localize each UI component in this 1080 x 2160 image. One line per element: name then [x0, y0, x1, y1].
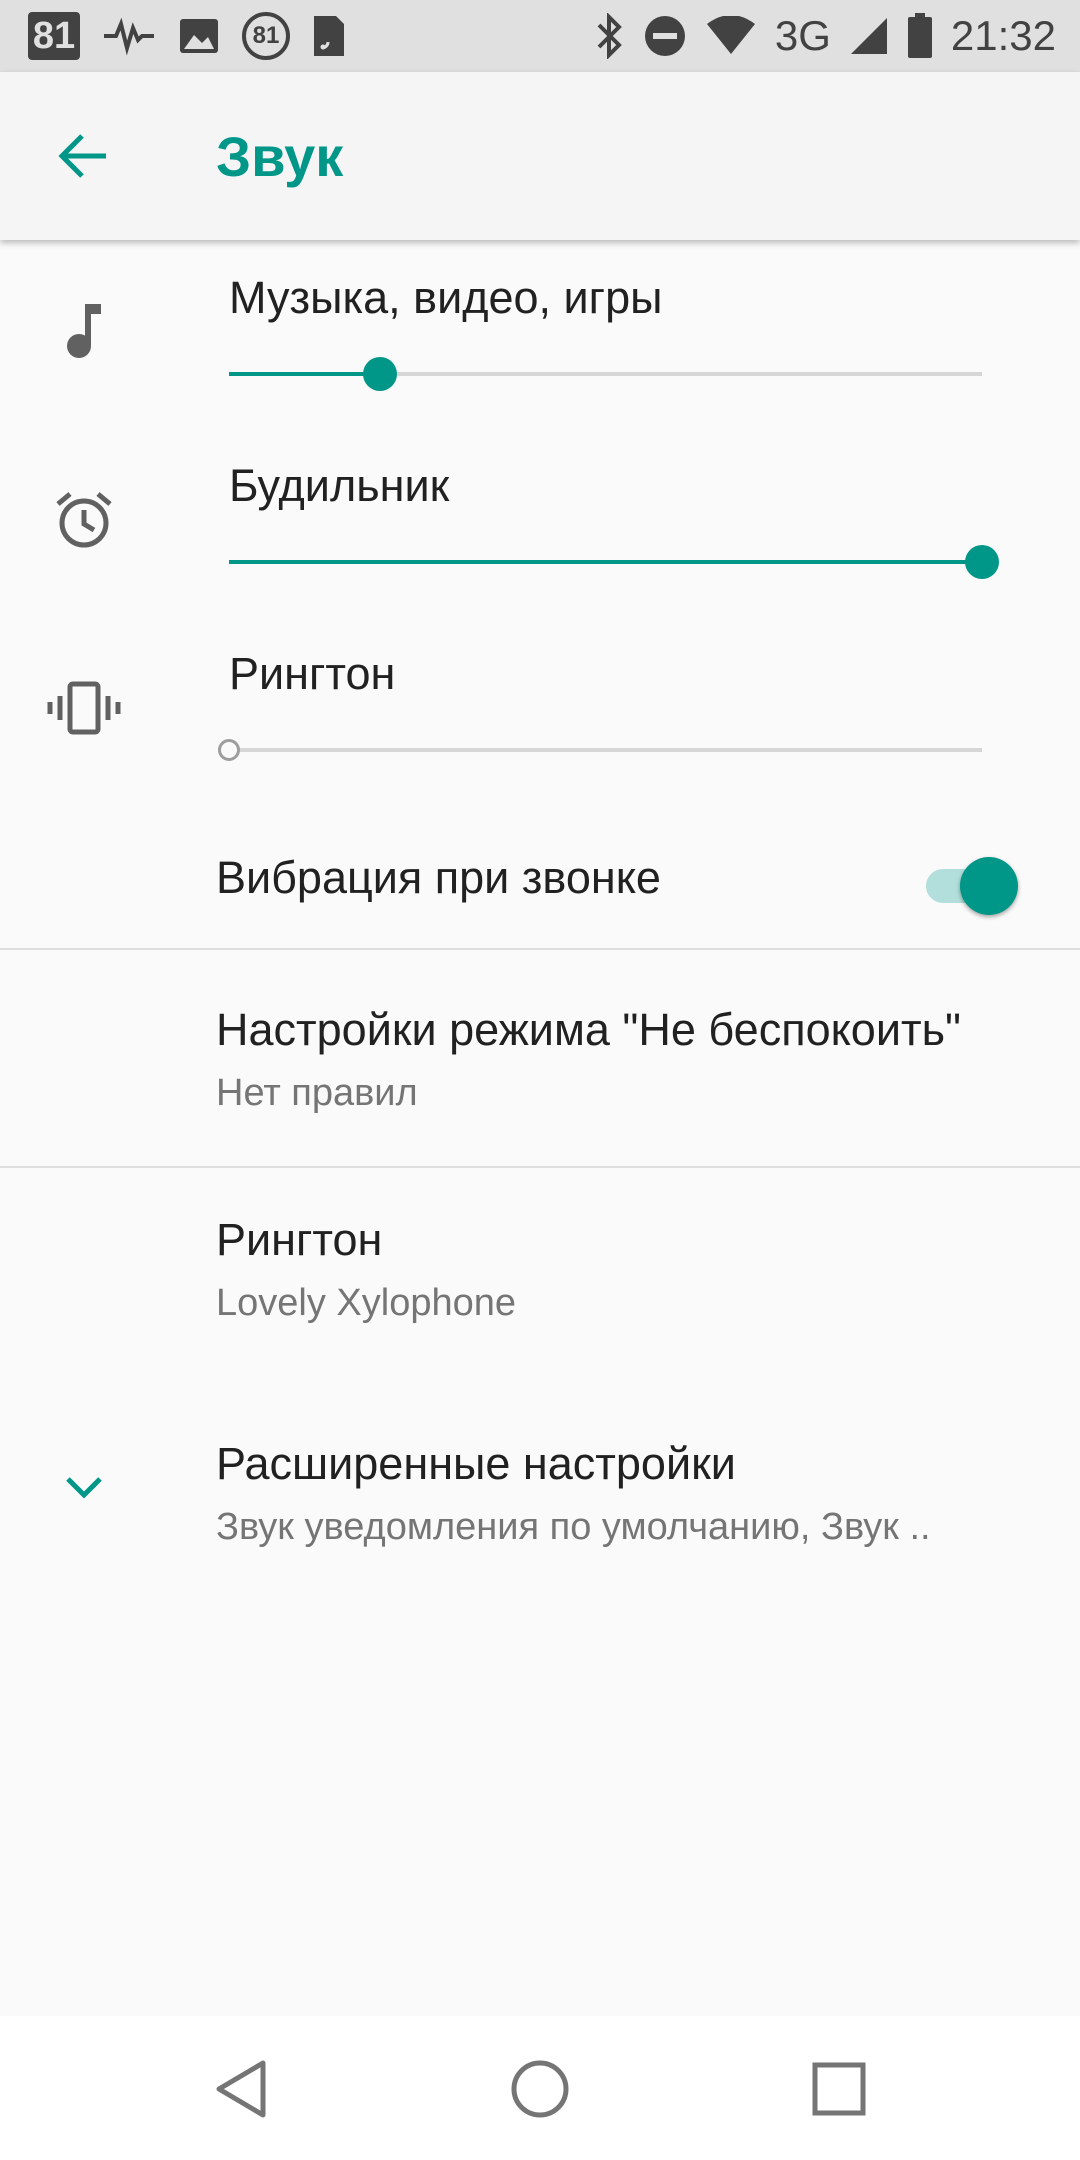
nav-back-button[interactable] [206, 2054, 276, 2124]
chevron-down-icon [44, 1448, 124, 1528]
nav-home-button[interactable] [505, 2054, 575, 2124]
image-icon [178, 17, 220, 55]
signal-icon [849, 16, 889, 56]
bluetooth-icon [595, 13, 625, 59]
alarm-icon [44, 480, 124, 560]
advanced-settings-summary: Звук уведомления по умолчанию, Звук .. [216, 1506, 931, 1548]
vibrate-on-ring-row[interactable]: Вибрация при звонке [0, 800, 1080, 948]
ringtone-volume-row: Рингтон [0, 616, 1080, 796]
alarm-volume-thumb[interactable] [965, 545, 999, 579]
notification-badge-icon: 81 [28, 12, 80, 60]
battery-icon [907, 13, 933, 59]
nav-home-icon [511, 2060, 569, 2118]
notification-badge-text: 81 [32, 14, 76, 57]
advanced-settings-title: Расширенные настройки [216, 1438, 736, 1489]
media-volume-slider[interactable] [229, 357, 982, 391]
phone-ringtone-row[interactable]: Рингтон Lovely Xylophone [0, 1168, 1080, 1390]
back-button[interactable] [44, 116, 124, 196]
page-title: Звук [216, 125, 344, 188]
activity-icon [102, 16, 156, 56]
network-type-label: 3G [774, 12, 831, 59]
media-volume-row: Музыка, видео, игры [0, 240, 1080, 420]
alarm-volume-slider[interactable] [229, 545, 999, 579]
do-not-disturb-icon [643, 14, 687, 58]
alarm-volume-row: Будильник [0, 428, 1080, 608]
sim-card-icon [312, 14, 346, 58]
status-bar: 81 81 3G 21:32 [0, 0, 1080, 72]
dnd-settings-summary: Нет правил [216, 1072, 418, 1114]
advanced-settings-row[interactable]: Расширенные настройки Звук уведомления п… [0, 1400, 1080, 1590]
media-volume-label: Музыка, видео, игры [229, 272, 663, 323]
phone-ringtone-title: Рингтон [216, 1214, 383, 1265]
app-bar: Звук [0, 72, 1080, 240]
music-note-icon [44, 290, 124, 370]
alarm-volume-fill [229, 560, 982, 564]
arrow-back-icon [58, 134, 106, 178]
vibrate-on-ring-label: Вибрация при звонке [216, 852, 661, 903]
vibrate-on-ring-switch[interactable] [924, 855, 1024, 915]
phone-ringtone-summary: Lovely Xylophone [216, 1282, 516, 1324]
dnd-settings-title: Настройки режима "Не беспокоить" [216, 1004, 961, 1055]
circle-badge-text: 81 [252, 22, 280, 49]
nav-recents-icon [812, 2062, 866, 2116]
media-volume-fill [229, 372, 380, 376]
navigation-bar [0, 2016, 1080, 2160]
clock: 21:32 [950, 12, 1056, 59]
vibrate-icon [44, 668, 124, 748]
dnd-settings-row[interactable]: Настройки режима "Не беспокоить" Нет пра… [0, 950, 1080, 1166]
circle-badge-icon: 81 [242, 12, 290, 60]
wifi-icon [705, 16, 757, 56]
switch-thumb [960, 857, 1018, 915]
ringtone-volume-slider[interactable] [218, 739, 982, 761]
nav-recents-button[interactable] [804, 2054, 874, 2124]
ringtone-volume-label: Рингтон [229, 648, 396, 699]
nav-back-icon [216, 2060, 266, 2118]
alarm-volume-label: Будильник [229, 460, 450, 511]
media-volume-thumb[interactable] [363, 357, 397, 391]
ringtone-volume-thumb[interactable] [218, 739, 240, 761]
